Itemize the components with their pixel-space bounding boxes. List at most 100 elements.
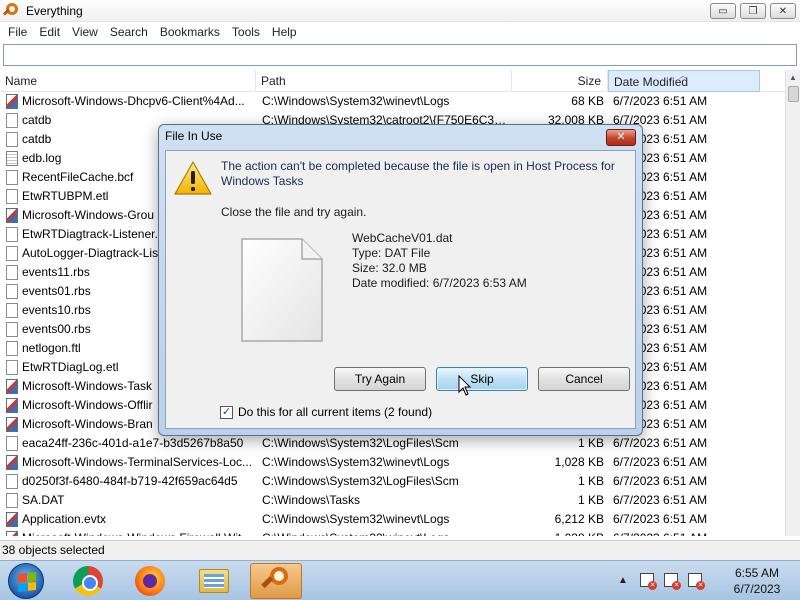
dialog-body: The action can't be completed because th… — [165, 150, 636, 429]
title-bar: Everything ▭ ❐ ✕ — [0, 0, 800, 22]
search-input[interactable] — [4, 45, 796, 65]
row-path: C:\Windows\System32\LogFiles\Scm — [262, 436, 459, 450]
menu-bar: File Edit View Search Bookmarks Tools He… — [0, 22, 800, 42]
file-icon — [6, 189, 18, 204]
row-date: 6/7/2023 6:51 AM — [613, 455, 708, 469]
row-size: 1 KB — [577, 474, 604, 488]
row-path: C:\Windows\System32\winevt\Logs — [262, 94, 450, 108]
table-row[interactable]: d0250f3f-6480-484f-b719-42f659ac64d5 C:\W… — [0, 472, 785, 491]
apply-all-checkbox[interactable]: ✓ — [220, 405, 233, 419]
menu-view[interactable]: View — [66, 25, 104, 39]
event-log-icon — [6, 455, 18, 470]
text-file-icon — [6, 151, 18, 166]
table-row[interactable]: Microsoft-Windows-TerminalServices-Loc..… — [0, 453, 785, 472]
firefox-icon — [135, 566, 165, 596]
status-text: 38 objects selected — [2, 543, 105, 557]
vertical-scrollbar[interactable]: ▲ — [785, 70, 800, 536]
mouse-cursor-icon — [458, 374, 472, 400]
menu-edit[interactable]: Edit — [33, 25, 66, 39]
start-button[interactable] — [8, 563, 44, 599]
table-row[interactable]: eaca24ff-236c-401d-a1e7-b3d5267b8a50 C:\W… — [0, 434, 785, 453]
file-icon — [6, 170, 18, 185]
column-date-modified[interactable]: ︿ Date Modified — [608, 70, 760, 92]
scroll-thumb[interactable] — [788, 86, 799, 102]
event-log-icon — [6, 94, 18, 109]
file-icon — [6, 303, 18, 318]
file-date-modified: Date modified: 6/7/2023 6:53 AM — [352, 276, 527, 290]
row-size: 1,028 KB — [512, 529, 604, 536]
table-row[interactable]: Application.evtx C:\Windows\System32\wine… — [0, 510, 785, 529]
status-bar: 38 objects selected — [0, 540, 800, 560]
file-type: Type: DAT File — [352, 246, 431, 260]
taskbar-firefox[interactable] — [124, 563, 176, 599]
document-icon — [240, 237, 324, 343]
file-icon — [6, 284, 18, 299]
file-size: Size: 32.0 MB — [352, 261, 427, 275]
row-path: C:\Windows\System32\winevt\Logs — [262, 512, 450, 526]
taskbar-file-explorer[interactable] — [188, 563, 240, 599]
file-in-use-dialog: File In Use ✕ The action can't be comple… — [158, 124, 643, 436]
dialog-title: File In Use — [165, 129, 223, 143]
file-name: WebCacheV01.dat — [352, 231, 453, 245]
row-name: Microsoft-Windows-TerminalServices-Loc..… — [22, 455, 253, 469]
file-icon — [6, 113, 18, 128]
clock[interactable]: 6:55 AM 6/7/2023 — [722, 565, 792, 597]
row-date: 6/7/2023 6:51 AM — [613, 493, 708, 507]
restore-button[interactable]: ❐ — [740, 3, 766, 19]
file-info: WebCacheV01.dat Type: DAT File Size: 32.… — [352, 231, 527, 291]
row-date: 6/7/2023 6:51 AM — [613, 512, 708, 526]
scroll-up-icon[interactable]: ▲ — [786, 70, 800, 86]
row-name: Application.evtx — [22, 512, 107, 526]
clock-date: 6/7/2023 — [733, 582, 781, 596]
taskbar-chrome[interactable] — [62, 563, 114, 599]
close-button[interactable]: ✕ — [770, 3, 796, 19]
cancel-button[interactable]: Cancel — [538, 367, 630, 391]
system-tray: ▲ ✕ ✕ ✕ 6:55 AM 6/7/2023 — [610, 561, 800, 600]
row-name: Microsoft-Windows-Dhcpv6-Client%4Ad... — [22, 94, 245, 108]
event-log-icon — [6, 531, 18, 536]
minimize-button[interactable]: ▭ — [710, 3, 736, 19]
event-log-icon — [6, 208, 18, 223]
table-row[interactable]: Microsoft-Windows-Dhcpv6-Client%4Ad... C:… — [0, 92, 785, 111]
row-date: 6/7/2023 6:51 AM — [613, 474, 708, 488]
skip-button[interactable]: Skip — [436, 367, 528, 391]
try-again-button[interactable]: Try Again — [334, 367, 426, 391]
table-row[interactable]: Microsoft-Windows-Windows Firewall With.… — [0, 529, 785, 536]
row-path: C:\Windows\Tasks — [262, 493, 361, 507]
row-name: eaca24ff-236c-401d-a1e7-b3d5267b8a50 — [22, 436, 244, 450]
row-size: 1 KB — [577, 436, 604, 450]
dialog-instruction: Close the file and try again. — [221, 205, 367, 219]
row-name: Microsoft-Windows-Windows Firewall With.… — [22, 529, 256, 536]
event-log-icon — [6, 379, 18, 394]
row-name: SA.DAT — [22, 493, 65, 507]
taskbar-everything[interactable] — [250, 563, 302, 599]
file-icon — [6, 493, 18, 508]
menu-file[interactable]: File — [2, 25, 33, 39]
file-icon — [6, 132, 18, 147]
row-size: 68 KB — [571, 94, 604, 108]
table-row[interactable]: SA.DAT C:\Windows\Tasks 1 KB 6/7/2023 6:51 … — [0, 491, 785, 510]
sort-caret-icon: ︿ — [679, 71, 687, 80]
apply-all-label: Do this for all current items (2 found) — [238, 405, 433, 419]
file-icon — [6, 246, 18, 261]
show-hidden-icons-icon[interactable]: ▲ — [618, 575, 628, 586]
menu-help[interactable]: Help — [266, 25, 303, 39]
file-icon — [6, 341, 18, 356]
file-icon — [6, 227, 18, 242]
column-size[interactable]: Size — [512, 70, 608, 92]
volume-icon[interactable]: ✕ — [688, 573, 705, 590]
file-icon — [6, 322, 18, 337]
column-name[interactable]: Name — [0, 70, 256, 92]
dialog-close-button[interactable]: ✕ — [606, 129, 636, 146]
menu-tools[interactable]: Tools — [226, 25, 266, 39]
column-path[interactable]: Path — [256, 70, 512, 92]
row-size: 1,028 KB — [554, 455, 604, 469]
event-log-icon — [6, 417, 18, 432]
menu-search[interactable]: Search — [104, 25, 154, 39]
warning-icon — [174, 161, 212, 195]
clock-time: 6:55 AM — [734, 566, 780, 580]
network-icon[interactable]: ✕ — [664, 573, 681, 590]
apply-all-option[interactable]: ✓ Do this for all current items (2 found… — [220, 405, 432, 419]
menu-bookmarks[interactable]: Bookmarks — [154, 25, 226, 39]
action-center-icon[interactable]: ✕ — [640, 573, 657, 590]
